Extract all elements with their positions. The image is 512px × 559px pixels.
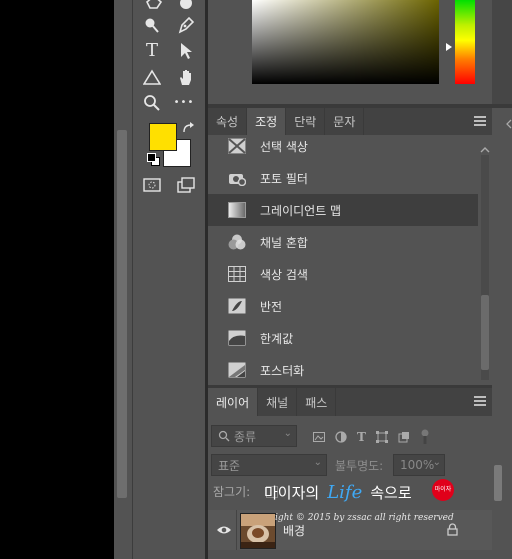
color-picker-field[interactable] [252, 0, 439, 84]
default-colors-icon[interactable] [147, 153, 160, 166]
threshold-icon [228, 330, 246, 346]
tab-channels[interactable]: 채널 [258, 388, 298, 416]
pen-icon[interactable] [175, 14, 197, 36]
adjustments-scroll-thumb[interactable] [481, 295, 489, 370]
stamp-text: 마이자 [434, 486, 452, 493]
blend-mode-value: 표준 [218, 458, 241, 473]
blend-mode-select[interactable]: 표준 ⌄ [211, 454, 327, 476]
opacity-field[interactable]: 100% ⌄ [393, 454, 445, 476]
screen-mode-icon[interactable] [175, 174, 197, 196]
type-tool-icon[interactable]: T [141, 40, 163, 62]
collapse-arrow-icon[interactable] [506, 118, 512, 129]
adjustment-label: 포스터화 [260, 363, 305, 378]
selective-color-icon [228, 138, 246, 154]
smart-object-filter-icon[interactable] [398, 431, 410, 443]
hand-icon[interactable] [175, 66, 197, 88]
layers-tabbar: 레이어 채널 패스 [208, 388, 492, 416]
adjustment-label: 색상 검색 [260, 267, 308, 282]
chevron-down-icon: ⌄ [432, 457, 441, 468]
list-item-channel-mixer[interactable]: 채널 혼합 [208, 226, 478, 258]
layers-panel-menu-icon[interactable] [474, 396, 486, 406]
watermark-text: 속으로 [370, 483, 412, 502]
divider [236, 510, 237, 550]
watermark: 마이자의 Life 속으로 [264, 481, 412, 503]
type-filter-icon[interactable]: T [357, 430, 366, 444]
layer-filter-select[interactable]: 종류 ⌄ [211, 425, 297, 447]
list-item-threshold[interactable]: 한계값 [208, 322, 478, 354]
pixel-filter-icon[interactable] [313, 431, 325, 443]
adjustment-label: 선택 색상 [260, 139, 308, 154]
blob-icon[interactable] [175, 0, 197, 13]
list-item-selective-color[interactable]: 선택 색상 [208, 130, 478, 162]
adjustment-label: 한계값 [260, 331, 294, 346]
panel-menu-icon[interactable] [474, 116, 486, 126]
adjustment-label: 채널 혼합 [260, 235, 308, 250]
adjustments-list: 선택 색상 포토 필터 그레이디언트 맵 채널 혼합 색상 검색 반전 한계값 [208, 130, 478, 386]
lock-icon [447, 523, 458, 539]
swap-colors-icon[interactable] [182, 122, 194, 134]
watermark-life: Life [327, 481, 363, 503]
list-item-photo-filter[interactable]: 포토 필터 [208, 162, 478, 194]
opacity-label: 불투명도: [335, 459, 384, 473]
watermark-copyright: ight © 2015 by zssac all right reserved [275, 513, 454, 523]
layer-name: 배경 [283, 524, 306, 538]
layer-filter-buttons: T [313, 429, 463, 445]
gradient-map-icon [228, 202, 246, 218]
tab-layers[interactable]: 레이어 [208, 388, 259, 416]
path-select-icon[interactable] [175, 40, 197, 62]
more-icon[interactable]: ••• [173, 92, 195, 114]
adjustments-panel: 속성 조정 단락 문자 선택 색상 포토 필터 그레이디언트 맵 채널 혼합 색… [208, 108, 492, 388]
chevron-down-icon: ⌄ [283, 428, 292, 439]
shape-filter-icon[interactable] [375, 431, 388, 443]
tab-paths[interactable]: 패스 [297, 388, 337, 416]
eye-icon[interactable] [216, 524, 232, 539]
left-scrollbar-thumb[interactable] [117, 130, 127, 498]
watermark-stamp: 마이자 [432, 479, 454, 501]
list-item-posterize[interactable]: 포스터화 [208, 354, 478, 386]
color-lookup-icon [228, 266, 246, 282]
outer-scroll-thumb[interactable] [494, 465, 502, 501]
watermark-text: 마이자의 [264, 483, 320, 502]
filter-kind-label: 종류 [234, 429, 257, 444]
adjustment-label: 반전 [260, 299, 283, 314]
list-item-invert[interactable]: 반전 [208, 290, 478, 322]
layer-thumbnail [240, 513, 276, 549]
brush-icon[interactable] [141, 14, 163, 36]
list-item-color-lookup[interactable]: 색상 검색 [208, 258, 478, 290]
color-panel-scroll[interactable] [492, 0, 512, 108]
zoom-icon[interactable] [141, 92, 163, 114]
adjustment-label: 그레이디언트 맵 [260, 203, 342, 218]
foreground-color-swatch[interactable] [149, 123, 177, 151]
opacity-value: 100% [400, 458, 435, 472]
triangle-shape-icon[interactable] [141, 66, 163, 88]
hue-slider[interactable] [455, 0, 475, 84]
chevron-down-icon: ⌄ [313, 457, 322, 468]
tools-panel: T ••• [132, 0, 206, 559]
polygon-icon[interactable] [143, 0, 165, 13]
filter-toggle-icon[interactable] [420, 429, 430, 445]
posterize-icon [228, 362, 246, 378]
scroll-up-icon[interactable] [480, 143, 490, 153]
lock-label: 잠그기: [213, 485, 251, 499]
hue-slider-handle[interactable] [446, 43, 452, 51]
quick-mask-icon[interactable] [141, 174, 163, 196]
list-item-gradient-map[interactable]: 그레이디언트 맵 [208, 194, 478, 226]
invert-icon [228, 298, 246, 314]
layer-thumbnail-image [241, 514, 275, 548]
search-icon [218, 430, 230, 442]
adjustment-label: 포토 필터 [260, 171, 308, 186]
adjustment-filter-icon[interactable] [335, 431, 347, 443]
photo-filter-icon [228, 170, 246, 186]
channel-mixer-icon [228, 234, 246, 250]
